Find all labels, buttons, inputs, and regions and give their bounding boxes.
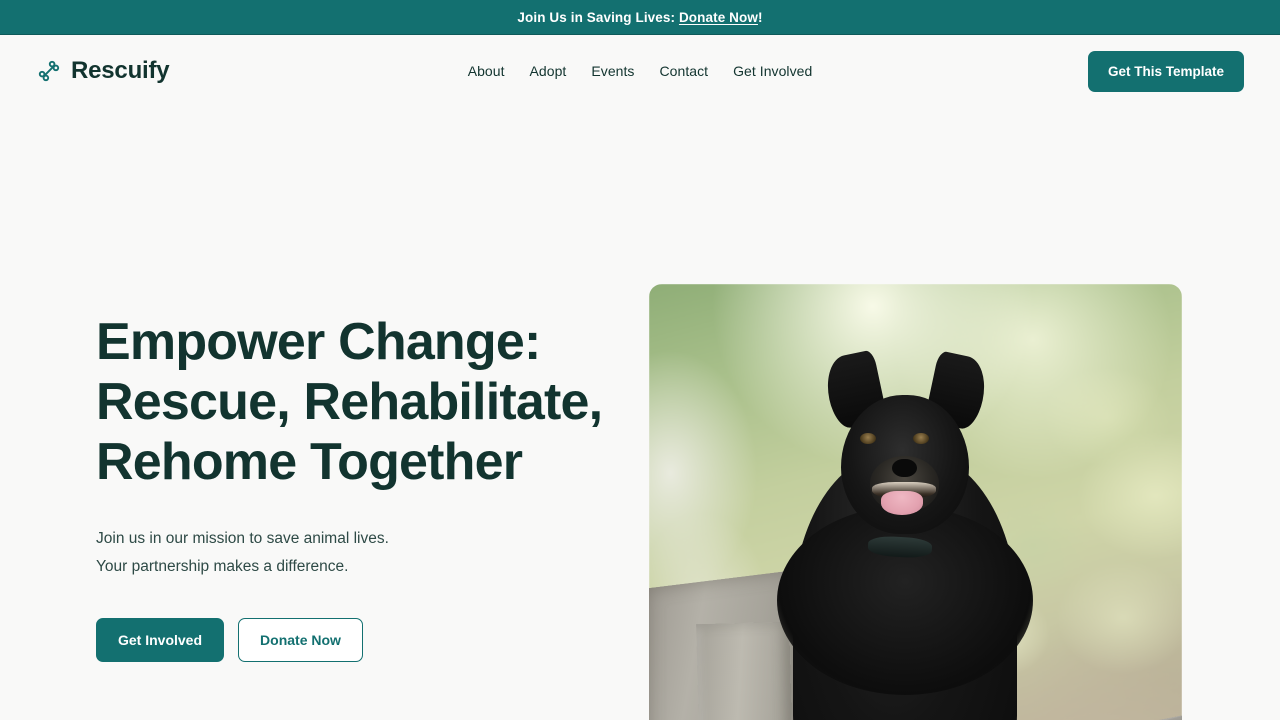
hero-title-line-2: Rescue, Rehabilitate,	[96, 373, 603, 431]
hero-image	[649, 284, 1182, 720]
nav-item-get-involved[interactable]: Get Involved	[733, 63, 812, 79]
get-this-template-button[interactable]: Get This Template	[1087, 50, 1244, 92]
announcement-prefix: Join Us in Saving Lives:	[517, 9, 679, 25]
dog-nose	[892, 458, 917, 478]
hero-subtitle-line-2: Your partnership makes a difference.	[96, 558, 349, 575]
donate-now-button[interactable]: Donate Now	[238, 618, 363, 662]
dog-illustration	[649, 284, 1182, 720]
hero-subtitle: Join us in our mission to save animal li…	[96, 525, 596, 581]
hero-title-line-3: Rehome Together	[96, 433, 523, 491]
dog-tongue	[880, 491, 924, 515]
nav-item-about[interactable]: About	[468, 63, 505, 79]
brand-logo[interactable]: Rescuify	[36, 57, 170, 85]
dog-eye-left	[859, 433, 876, 445]
site-header: Rescuify About Adopt Events Contact Get …	[0, 35, 1280, 107]
bone-icon	[36, 58, 62, 84]
hero-section: Empower Change: Rescue, Rehabilitate, Re…	[0, 107, 1280, 720]
dog-ruff	[776, 506, 1033, 696]
brand-name: Rescuify	[71, 57, 170, 84]
announcement-suffix: !	[757, 9, 763, 25]
hero-title-line-1: Empower Change:	[96, 313, 541, 371]
hero-copy: Empower Change: Rescue, Rehabilitate, Re…	[36, 107, 603, 662]
nav-item-adopt[interactable]: Adopt	[530, 63, 567, 79]
nav-item-contact[interactable]: Contact	[659, 63, 708, 79]
announcement-donate-link[interactable]: Donate Now	[679, 10, 758, 25]
get-involved-button[interactable]: Get Involved	[96, 618, 225, 662]
announcement-text: Join Us in Saving Lives: Donate Now!	[517, 10, 762, 25]
hero-title: Empower Change: Rescue, Rehabilitate, Re…	[96, 312, 603, 492]
hero-actions: Get Involved Donate Now	[96, 618, 596, 662]
nav-item-events[interactable]: Events	[591, 63, 634, 79]
hero-subtitle-line-1: Join us in our mission to save animal li…	[96, 530, 389, 547]
main-nav: About Adopt Events Contact Get Involved	[468, 63, 813, 79]
header-cta-wrap: Get This Template	[1087, 50, 1244, 92]
announcement-bar: Join Us in Saving Lives: Donate Now!	[0, 0, 1280, 35]
dog-eye-right	[912, 433, 929, 445]
